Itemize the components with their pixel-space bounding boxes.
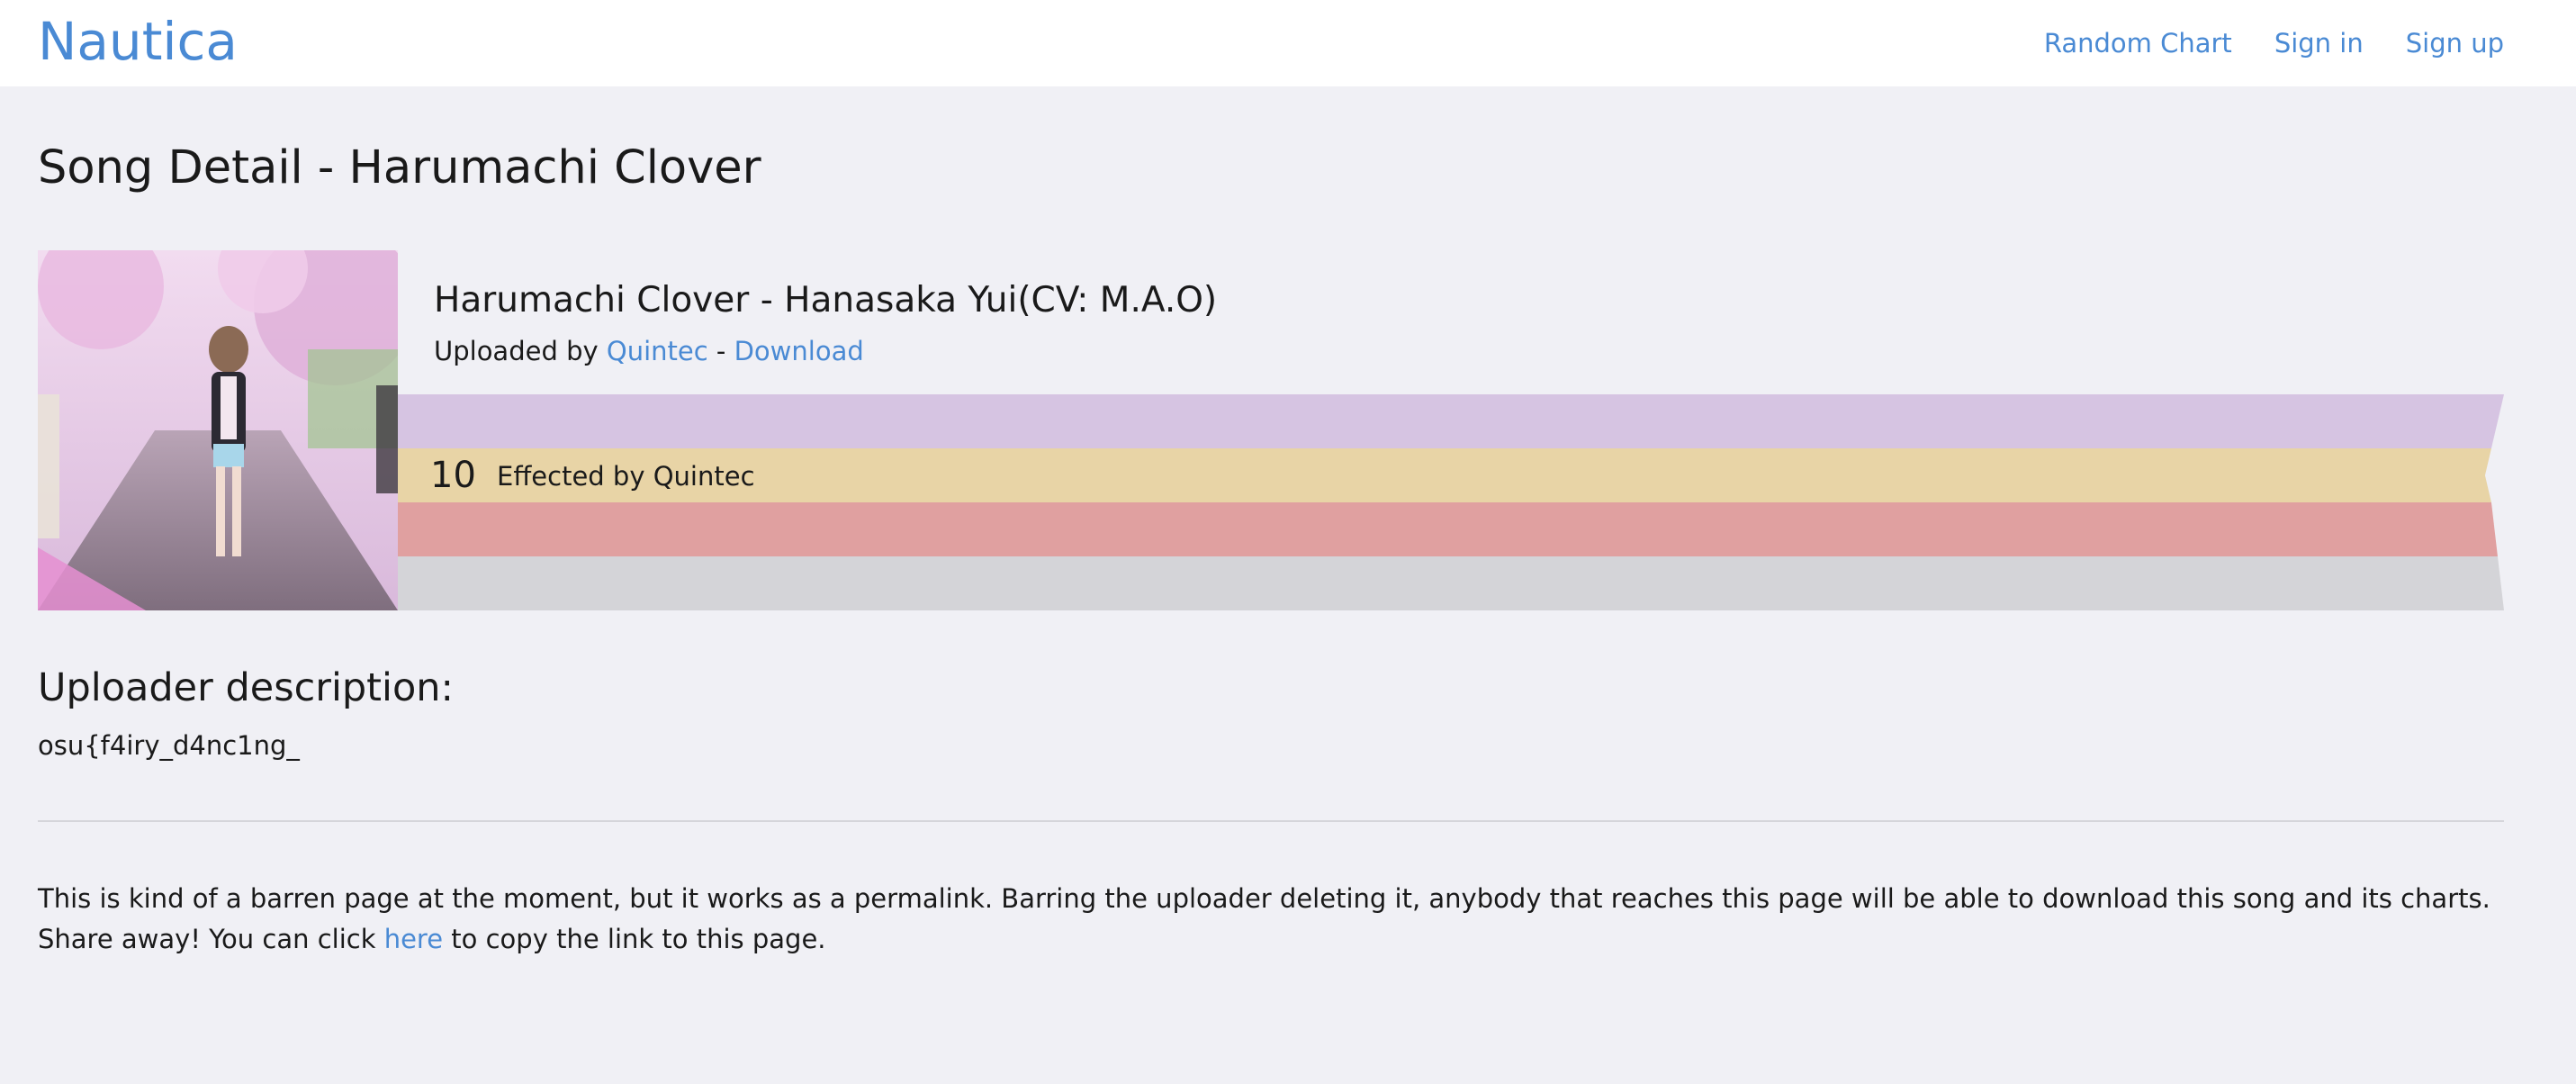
chart-difficulty: 10 (430, 455, 476, 496)
uploader-line: Uploaded by Quintec - Download (434, 333, 864, 369)
chart-band-maximum (398, 556, 2504, 610)
separator: - (707, 336, 734, 366)
cover-illustration (38, 250, 398, 610)
chart-bands: 10 Effected by Quintec (398, 394, 2504, 610)
note-text-after: to copy the link to this page. (443, 924, 826, 954)
uploaded-by-label: Uploaded by (434, 336, 607, 366)
copy-link-here[interactable]: here (384, 924, 443, 954)
permalink-note: This is kind of a barren page at the mom… (38, 879, 2513, 960)
chart-effector: Effected by Quintec (497, 461, 755, 492)
song-cover-image (38, 250, 398, 610)
sign-up-link[interactable]: Sign up (2406, 25, 2504, 61)
uploader-link[interactable]: Quintec (607, 336, 708, 366)
chart-band-novice (398, 394, 2504, 448)
nav-links: Random Chart Sign in Sign up (2044, 25, 2504, 61)
random-chart-link[interactable]: Random Chart (2044, 25, 2232, 61)
chart-band-advanced[interactable]: 10 Effected by Quintec (398, 448, 2491, 502)
chart-band-exhaust (398, 502, 2498, 556)
brand-logo-link[interactable]: Nautica (38, 9, 238, 74)
uploader-description-heading: Uploader description: (38, 665, 455, 710)
divider (38, 820, 2504, 822)
sign-in-link[interactable]: Sign in (2274, 25, 2364, 61)
uploader-description-text: osu{f4iry_d4nc1ng_ (38, 730, 300, 761)
song-title: Harumachi Clover - Hanasaka Yui(CV: M.A.… (434, 280, 1218, 321)
navbar: Nautica Random Chart Sign in Sign up (0, 0, 2576, 86)
download-link[interactable]: Download (734, 336, 864, 366)
page-title: Song Detail - Harumachi Clover (38, 141, 761, 194)
